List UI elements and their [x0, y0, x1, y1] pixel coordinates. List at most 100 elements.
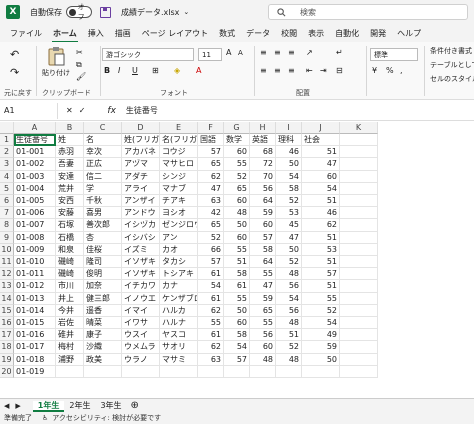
header-cell[interactable]: 数学 — [224, 134, 250, 147]
chevron-down-icon[interactable]: ⌄ — [183, 8, 189, 16]
row-header[interactable]: 11 — [0, 256, 14, 269]
row-header[interactable]: 14 — [0, 292, 14, 305]
tab-6[interactable]: データ — [245, 26, 271, 41]
table-cell[interactable]: 47 — [250, 280, 276, 293]
tab-0[interactable]: ファイル — [9, 26, 43, 41]
table-cell[interactable] — [340, 182, 378, 195]
file-name[interactable]: 成績データ.xlsx — [121, 7, 179, 18]
column-header-D[interactable]: D — [122, 122, 160, 134]
underline-button[interactable]: U — [132, 66, 138, 75]
table-cell[interactable] — [340, 329, 378, 342]
table-cell[interactable]: 01-010 — [14, 256, 56, 269]
table-cell[interactable]: トシアキ — [160, 268, 198, 281]
table-cell[interactable]: 52 — [276, 341, 302, 354]
table-cell[interactable]: 58 — [224, 329, 250, 342]
row-header[interactable]: 20 — [0, 365, 14, 378]
table-cell[interactable] — [302, 365, 340, 378]
table-cell[interactable]: 65 — [224, 182, 250, 195]
table-cell[interactable]: 磯崎 — [56, 268, 84, 281]
table-cell[interactable]: 72 — [250, 158, 276, 171]
tab-7[interactable]: 校閲 — [280, 26, 298, 41]
table-cell[interactable]: 54 — [276, 170, 302, 183]
table-cell[interactable]: アンドウ — [122, 207, 160, 220]
table-cell[interactable]: 65 — [198, 219, 224, 232]
table-cell[interactable] — [340, 268, 378, 281]
header-cell[interactable]: 英語 — [250, 134, 276, 147]
table-cell[interactable]: 58 — [224, 268, 250, 281]
row-header[interactable]: 6 — [0, 195, 14, 208]
table-cell[interactable] — [340, 341, 378, 354]
cell-styles-button[interactable]: セルのスタイル — [430, 74, 474, 84]
table-cell[interactable] — [84, 365, 122, 378]
font-size-select[interactable]: 11 — [198, 48, 222, 61]
bold-button[interactable]: B — [104, 66, 110, 75]
column-header-C[interactable]: C — [84, 122, 122, 134]
table-cell[interactable]: 01-011 — [14, 268, 56, 281]
table-cell[interactable]: 52 — [302, 304, 340, 317]
outdent-icon[interactable]: ⇥ — [320, 66, 327, 75]
table-cell[interactable] — [340, 170, 378, 183]
undo-icon[interactable]: ↶ — [10, 48, 19, 61]
table-cell[interactable]: 58 — [250, 243, 276, 256]
table-cell[interactable]: 01-004 — [14, 182, 56, 195]
column-header-J[interactable]: J — [302, 122, 340, 134]
table-cell[interactable]: イチカワ — [122, 280, 160, 293]
table-cell[interactable]: 正広 — [84, 158, 122, 171]
table-cell[interactable]: 55 — [302, 292, 340, 305]
table-cell[interactable]: 01-006 — [14, 207, 56, 220]
table-cell[interactable]: 佳桜 — [84, 243, 122, 256]
percent-icon[interactable]: % — [386, 66, 394, 75]
row-header[interactable]: 13 — [0, 280, 14, 293]
table-cell[interactable]: ケンザブロウ — [160, 292, 198, 305]
table-cell[interactable]: 52 — [224, 170, 250, 183]
autosave-toggle[interactable]: オフ — [66, 3, 92, 21]
table-cell[interactable]: 加奈 — [84, 280, 122, 293]
table-cell[interactable]: マサヒロ — [160, 158, 198, 171]
table-cell[interactable]: アカバネ — [122, 146, 160, 159]
column-header-G[interactable]: G — [224, 122, 250, 134]
table-cell[interactable]: 安藤 — [56, 207, 84, 220]
table-cell[interactable]: 善次郎 — [84, 219, 122, 232]
table-cell[interactable]: 01-015 — [14, 317, 56, 330]
italic-button[interactable]: I — [118, 66, 120, 75]
table-cell[interactable]: 52 — [198, 231, 224, 244]
table-cell[interactable]: 01-008 — [14, 231, 56, 244]
search-input[interactable]: 検索 — [268, 4, 468, 20]
header-cell[interactable]: 姓 — [56, 134, 84, 147]
table-cell[interactable]: 54 — [276, 292, 302, 305]
table-cell[interactable]: 幸次 — [84, 146, 122, 159]
table-cell[interactable]: 51 — [302, 195, 340, 208]
align-left-icon[interactable]: ≡ — [260, 66, 267, 75]
table-cell[interactable]: 01-012 — [14, 280, 56, 293]
table-cell[interactable]: 01-018 — [14, 353, 56, 366]
wrap-text-icon[interactable]: ↵ — [336, 48, 343, 57]
table-cell[interactable]: 55 — [224, 243, 250, 256]
table-cell[interactable]: ヨシオ — [160, 207, 198, 220]
table-cell[interactable]: 42 — [198, 207, 224, 220]
table-cell[interactable] — [340, 231, 378, 244]
table-cell[interactable]: 57 — [302, 268, 340, 281]
align-right-icon[interactable]: ≡ — [288, 66, 295, 75]
table-cell[interactable]: イノウエ — [122, 292, 160, 305]
table-cell[interactable]: マサミ — [160, 353, 198, 366]
table-cell[interactable] — [276, 365, 302, 378]
table-cell[interactable]: 57 — [198, 146, 224, 159]
table-cell[interactable]: 康子 — [84, 329, 122, 342]
table-cell[interactable]: 54 — [302, 182, 340, 195]
new-sheet-icon[interactable]: ⊕ — [131, 400, 139, 411]
table-cell[interactable]: 赤羽 — [56, 146, 84, 159]
enter-icon[interactable]: ✓ — [79, 106, 86, 115]
table-cell[interactable]: イソザキ — [122, 256, 160, 269]
table-cell[interactable]: 53 — [302, 243, 340, 256]
tab-1[interactable]: ホーム — [52, 26, 78, 43]
table-cell[interactable] — [56, 365, 84, 378]
table-cell[interactable]: 01-003 — [14, 170, 56, 183]
table-cell[interactable]: 和泉 — [56, 243, 84, 256]
table-cell[interactable]: 安西 — [56, 195, 84, 208]
number-format-select[interactable]: 標準 — [370, 48, 418, 61]
tab-9[interactable]: 自動化 — [334, 26, 360, 41]
table-cell[interactable] — [340, 243, 378, 256]
table-cell[interactable]: 千秋 — [84, 195, 122, 208]
table-cell[interactable] — [340, 280, 378, 293]
table-cell[interactable]: 市川 — [56, 280, 84, 293]
